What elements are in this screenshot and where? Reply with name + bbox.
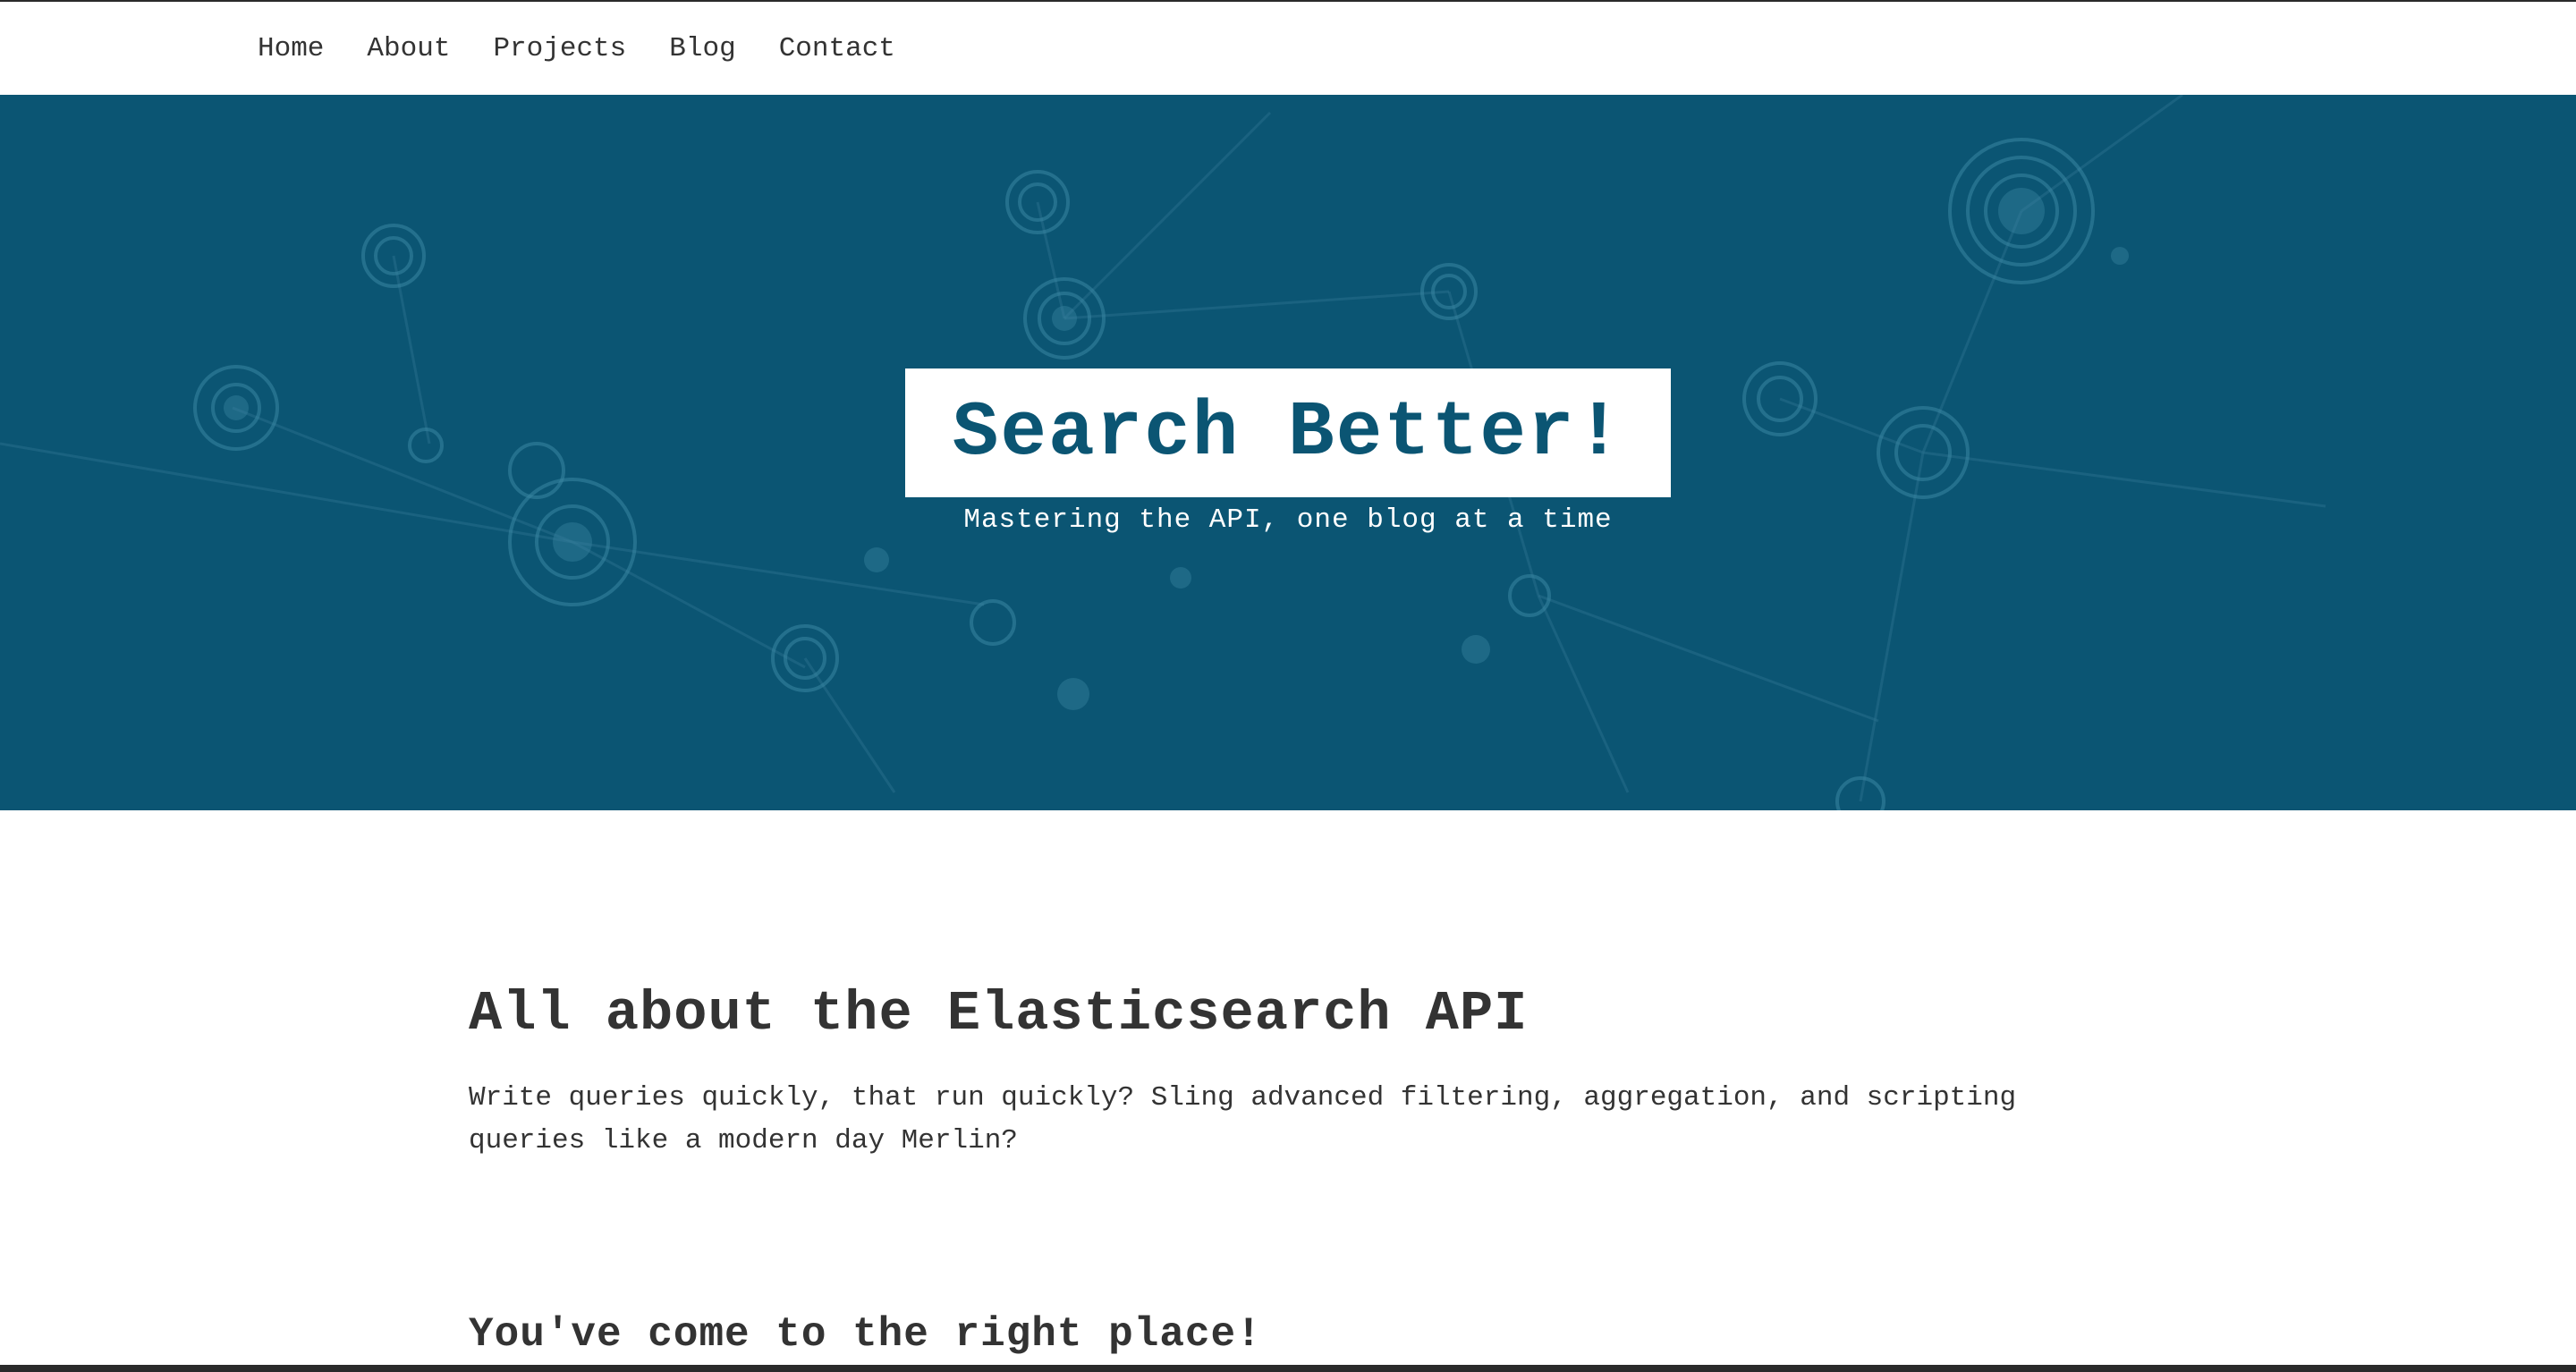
nav-link-about[interactable]: About [367,33,450,64]
nav-link-blog[interactable]: Blog [669,33,735,64]
section-subheading: You've come to the right place! [469,1311,1262,1358]
nav-link-home[interactable]: Home [258,33,324,64]
hero-subtitle: Mastering the API, one blog at a time [963,504,1613,536]
browser-page: Home About Projects Blog Contact Search … [0,2,2576,1365]
hero-title: Search Better! [952,389,1624,477]
hero-title-box: Search Better! [905,368,1671,497]
hero-banner: Search Better! Mastering the API, one bl… [0,95,2576,810]
nav-list: Home About Projects Blog Contact [258,2,938,95]
nav-link-contact[interactable]: Contact [779,33,895,64]
section-heading: All about the Elasticsearch API [469,982,1529,1046]
section-paragraph: Write queries quickly, that run quickly?… [469,1082,2017,1156]
nav-link-projects[interactable]: Projects [493,33,626,64]
top-navigation: Home About Projects Blog Contact [0,2,2576,96]
